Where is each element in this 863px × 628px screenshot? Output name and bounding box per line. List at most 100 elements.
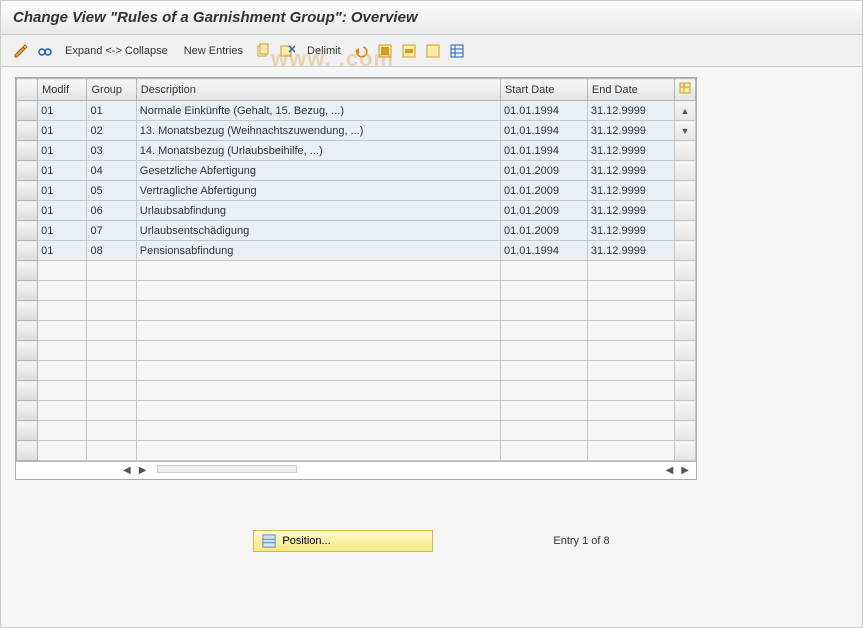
vertical-scrollbar[interactable] [674, 141, 695, 161]
row-selector[interactable] [17, 261, 38, 281]
vertical-scrollbar[interactable] [674, 241, 695, 261]
col-header-description[interactable]: Description [136, 79, 500, 101]
cell-group[interactable]: 06 [87, 201, 136, 221]
row-selector[interactable] [17, 221, 38, 241]
cell-end-date[interactable]: 31.12.9999 [587, 141, 674, 161]
cell-modif[interactable]: 01 [38, 141, 87, 161]
cell-end-date[interactable]: 31.12.9999 [587, 241, 674, 261]
cell-group[interactable]: 03 [87, 141, 136, 161]
vertical-scrollbar[interactable] [674, 201, 695, 221]
cell-group[interactable]: 05 [87, 181, 136, 201]
table-row[interactable]: 0105Vertragliche Abfertigung01.01.200931… [17, 181, 696, 201]
cell-description[interactable]: 14. Monatsbezug (Urlaubsbeihilfe, ...) [136, 141, 500, 161]
row-selector[interactable] [17, 241, 38, 261]
horizontal-scrollbar[interactable]: ◀ ▶ ◀ ▶ [16, 461, 696, 479]
col-header-modif[interactable]: Modif [38, 79, 87, 101]
hscroll-left-arrow-2[interactable]: ◀ [663, 465, 677, 476]
cell-modif[interactable]: 01 [38, 241, 87, 261]
cell-end-date[interactable]: 31.12.9999 [587, 221, 674, 241]
table-row[interactable]: 010314. Monatsbezug (Urlaubsbeihilfe, ..… [17, 141, 696, 161]
row-selector-header[interactable] [17, 79, 38, 101]
col-header-start[interactable]: Start Date [500, 79, 587, 101]
row-selector[interactable] [17, 341, 38, 361]
new-entries-button[interactable]: New Entries [178, 45, 249, 57]
vertical-scrollbar[interactable] [674, 301, 695, 321]
position-button[interactable]: Position... [253, 530, 433, 552]
cell-modif[interactable]: 01 [38, 161, 87, 181]
cell-start-date[interactable]: 01.01.1994 [500, 121, 587, 141]
cell-modif[interactable]: 01 [38, 201, 87, 221]
cell-group[interactable]: 07 [87, 221, 136, 241]
cell-start-date[interactable]: 01.01.1994 [500, 141, 587, 161]
vertical-scrollbar[interactable] [674, 221, 695, 241]
vertical-scrollbar[interactable] [674, 401, 695, 421]
vertical-scrollbar[interactable]: ▼ [674, 121, 695, 141]
cell-modif[interactable]: 01 [38, 121, 87, 141]
cell-description[interactable]: 13. Monatsbezug (Weihnachtszuwendung, ..… [136, 121, 500, 141]
copy-icon[interactable] [253, 41, 273, 61]
hscroll-track[interactable] [157, 465, 297, 473]
vertical-scrollbar[interactable] [674, 341, 695, 361]
cell-start-date[interactable]: 01.01.2009 [500, 161, 587, 181]
select-block-icon[interactable] [399, 41, 419, 61]
cell-start-date[interactable]: 01.01.1994 [500, 101, 587, 121]
cell-description[interactable]: Urlaubsabfindung [136, 201, 500, 221]
vertical-scrollbar[interactable] [674, 321, 695, 341]
row-selector[interactable] [17, 181, 38, 201]
vertical-scrollbar[interactable] [674, 161, 695, 181]
vertical-scrollbar[interactable] [674, 281, 695, 301]
row-selector[interactable] [17, 281, 38, 301]
cell-end-date[interactable]: 31.12.9999 [587, 201, 674, 221]
cell-start-date[interactable]: 01.01.2009 [500, 221, 587, 241]
cell-modif[interactable]: 01 [38, 101, 87, 121]
toggle-change-icon[interactable] [11, 41, 31, 61]
row-selector[interactable] [17, 421, 38, 441]
vertical-scrollbar[interactable] [674, 181, 695, 201]
cell-start-date[interactable]: 01.01.1994 [500, 241, 587, 261]
table-row[interactable]: 0106Urlaubsabfindung01.01.200931.12.9999 [17, 201, 696, 221]
table-settings-icon[interactable] [447, 41, 467, 61]
table-row[interactable]: 0104Gesetzliche Abfertigung01.01.200931.… [17, 161, 696, 181]
select-all-icon[interactable] [375, 41, 395, 61]
row-selector[interactable] [17, 201, 38, 221]
vscroll-down-arrow[interactable]: ▼ [680, 126, 689, 136]
table-row[interactable]: 0107Urlaubsentschädigung01.01.200931.12.… [17, 221, 696, 241]
cell-description[interactable]: Urlaubsentschädigung [136, 221, 500, 241]
delete-icon[interactable] [277, 41, 297, 61]
hscroll-right-arrow[interactable]: ▶ [136, 465, 150, 476]
vertical-scrollbar[interactable] [674, 361, 695, 381]
vertical-scrollbar[interactable] [674, 441, 695, 461]
cell-end-date[interactable]: 31.12.9999 [587, 101, 674, 121]
vertical-scrollbar[interactable] [674, 381, 695, 401]
glasses-icon[interactable] [35, 41, 55, 61]
hscroll-left-arrow[interactable]: ◀ [120, 465, 134, 476]
cell-group[interactable]: 02 [87, 121, 136, 141]
row-selector[interactable] [17, 321, 38, 341]
table-config-icon[interactable] [674, 79, 695, 101]
vertical-scrollbar[interactable]: ▲ [674, 101, 695, 121]
row-selector[interactable] [17, 161, 38, 181]
delimit-button[interactable]: Delimit [301, 45, 347, 57]
cell-start-date[interactable]: 01.01.2009 [500, 181, 587, 201]
table-row[interactable]: 0101Normale Einkünfte (Gehalt, 15. Bezug… [17, 101, 696, 121]
vertical-scrollbar[interactable] [674, 421, 695, 441]
row-selector[interactable] [17, 101, 38, 121]
col-header-group[interactable]: Group [87, 79, 136, 101]
row-selector[interactable] [17, 301, 38, 321]
cell-group[interactable]: 08 [87, 241, 136, 261]
table-row[interactable]: 0108Pensionsabfindung01.01.199431.12.999… [17, 241, 696, 261]
cell-end-date[interactable]: 31.12.9999 [587, 181, 674, 201]
table-row[interactable]: 010213. Monatsbezug (Weihnachtszuwendung… [17, 121, 696, 141]
row-selector[interactable] [17, 141, 38, 161]
row-selector[interactable] [17, 381, 38, 401]
cell-start-date[interactable]: 01.01.2009 [500, 201, 587, 221]
row-selector[interactable] [17, 441, 38, 461]
cell-group[interactable]: 04 [87, 161, 136, 181]
deselect-all-icon[interactable] [423, 41, 443, 61]
cell-description[interactable]: Pensionsabfindung [136, 241, 500, 261]
row-selector[interactable] [17, 121, 38, 141]
cell-end-date[interactable]: 31.12.9999 [587, 161, 674, 181]
cell-description[interactable]: Gesetzliche Abfertigung [136, 161, 500, 181]
cell-description[interactable]: Normale Einkünfte (Gehalt, 15. Bezug, ..… [136, 101, 500, 121]
expand-collapse-button[interactable]: Expand <-> Collapse [59, 45, 174, 57]
